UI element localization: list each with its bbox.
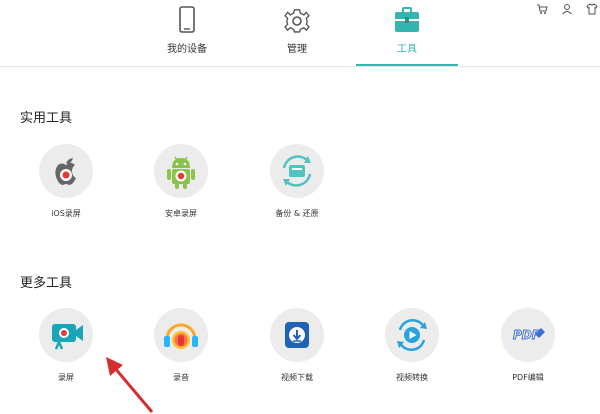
tool-label: 视频下载 [281, 373, 313, 382]
toolbox-icon [395, 7, 419, 32]
top-tab-bar: 我的设备 管理 工具 [0, 0, 600, 67]
tool-ios-record[interactable]: iOS录屏 [26, 144, 106, 219]
tab-label: 我的设备 [167, 44, 207, 55]
tab-manage[interactable]: 管理 [246, 0, 348, 66]
tool-icon-circle [385, 308, 439, 362]
tool-label: 视频转换 [396, 373, 428, 382]
tool-video-download[interactable]: 视频下载 [257, 308, 337, 383]
tool-android-record[interactable]: 安卓录屏 [141, 144, 221, 219]
apple-record-icon [55, 158, 76, 185]
tab-label: 工具 [397, 44, 417, 55]
tool-label: 安卓录屏 [165, 209, 197, 218]
red-arrow-annotation [106, 357, 154, 413]
tool-label: 录屏 [58, 373, 74, 382]
screen-record-icon [52, 324, 83, 350]
tool-backup-restore[interactable]: 备份 & 还原 [257, 144, 337, 219]
tab-my-devices[interactable]: 我的设备 [136, 0, 238, 66]
tool-icon-circle [270, 144, 324, 198]
audio-record-icon [164, 323, 198, 349]
section-title-practical: 实用工具 [20, 111, 73, 126]
section-title-more: 更多工具 [20, 276, 73, 291]
pdf-edit-icon: PDF [513, 328, 545, 342]
tool-label: PDF编辑 [512, 373, 544, 382]
user-icon[interactable] [561, 0, 573, 15]
backup-restore-icon [282, 155, 312, 187]
tool-label: 备份 & 还原 [275, 209, 319, 218]
tool-icon-circle [39, 308, 93, 362]
shirt-icon[interactable] [586, 0, 598, 15]
window-icons [528, 0, 598, 15]
tool-icon-circle [270, 308, 324, 362]
tab-label: 管理 [287, 44, 307, 55]
tab-tools[interactable]: 工具 [356, 0, 458, 66]
tool-icon-circle: PDF [501, 308, 555, 362]
phone-icon [179, 6, 195, 33]
tool-icon-circle [154, 144, 208, 198]
cart-icon[interactable] [536, 0, 548, 14]
tool-label: iOS录屏 [51, 209, 81, 218]
gear-icon [284, 9, 310, 33]
video-convert-icon [397, 318, 427, 352]
android-record-icon [167, 156, 195, 189]
tool-pdf-edit[interactable]: PDF PDF编辑 [488, 308, 568, 383]
tool-icon-circle [39, 144, 93, 198]
video-download-icon [285, 322, 309, 348]
tool-icon-circle [154, 308, 208, 362]
tool-screen-record[interactable]: 录屏 [26, 308, 106, 383]
tool-video-convert[interactable]: 视频转换 [372, 308, 452, 383]
